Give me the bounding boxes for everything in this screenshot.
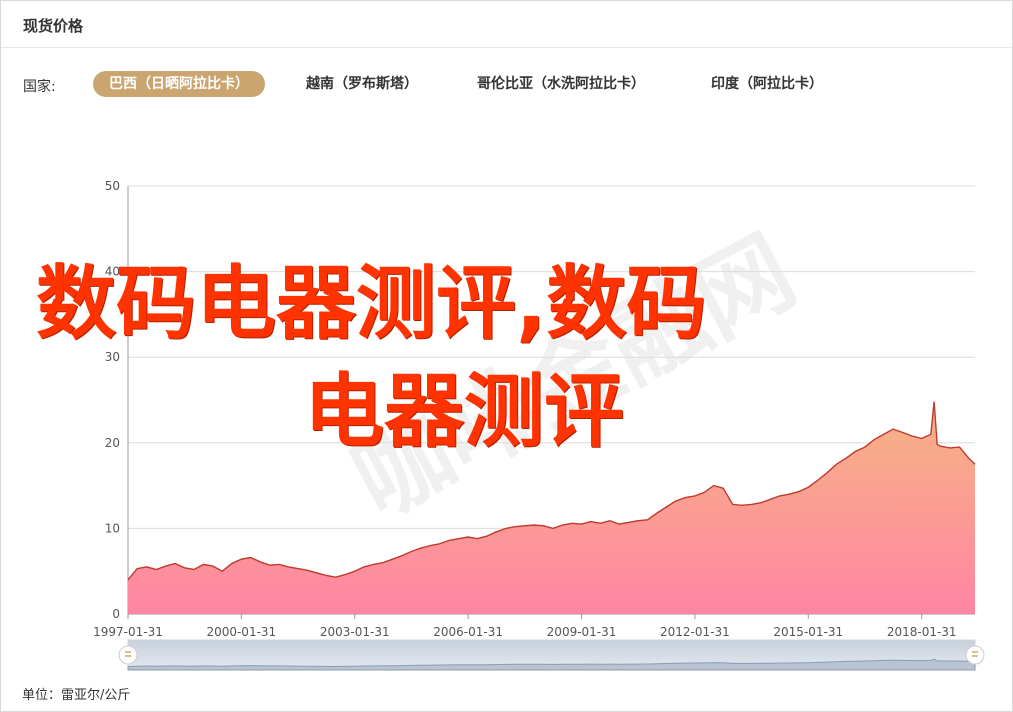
tab-vietnam[interactable]: 越南（罗布斯塔） (306, 71, 418, 97)
y-tick-label: 20 (105, 436, 120, 450)
overlay-text-line1: 数码电器测评,数码 (36, 257, 707, 350)
x-tick-label: 2003-01-31 (320, 625, 390, 639)
range-handle-right[interactable] (965, 645, 985, 665)
y-tick-label: 10 (105, 521, 120, 535)
country-selector: 国家: 巴西（日晒阿拉比卡） 越南（罗布斯塔） 哥伦比亚（水洗阿拉比卡） 印度（… (1, 69, 1012, 99)
y-tick-label: 30 (105, 350, 120, 364)
x-tick-label: 2000-01-31 (206, 625, 276, 639)
y-tick-label: 0 (112, 607, 120, 621)
y-tick-label: 50 (105, 179, 120, 193)
x-tick-label: 2012-01-31 (660, 625, 730, 639)
unit-label: 单位：雷亚尔/公斤 (22, 688, 131, 703)
country-label: 国家: (23, 79, 56, 95)
x-tick-label: 2018-01-31 (887, 625, 957, 639)
x-tick-label: 2006-01-31 (433, 625, 503, 639)
range-handle-left[interactable] (118, 645, 138, 665)
tab-brazil[interactable]: 巴西（日晒阿拉比卡） (93, 71, 265, 97)
x-tick-label: 2015-01-31 (773, 625, 843, 639)
panel-title: 现货价格 (23, 17, 84, 35)
x-tick-label: 2009-01-31 (547, 625, 617, 639)
x-tick-label: 1997-01-31 (93, 625, 163, 639)
tab-colombia[interactable]: 哥伦比亚（水洗阿拉比卡） (477, 71, 645, 97)
tab-india[interactable]: 印度（阿拉比卡） (711, 71, 823, 97)
panel-header: 现货价格 (1, 1, 1012, 48)
overlay-text-line2: 电器测评 (304, 365, 624, 458)
